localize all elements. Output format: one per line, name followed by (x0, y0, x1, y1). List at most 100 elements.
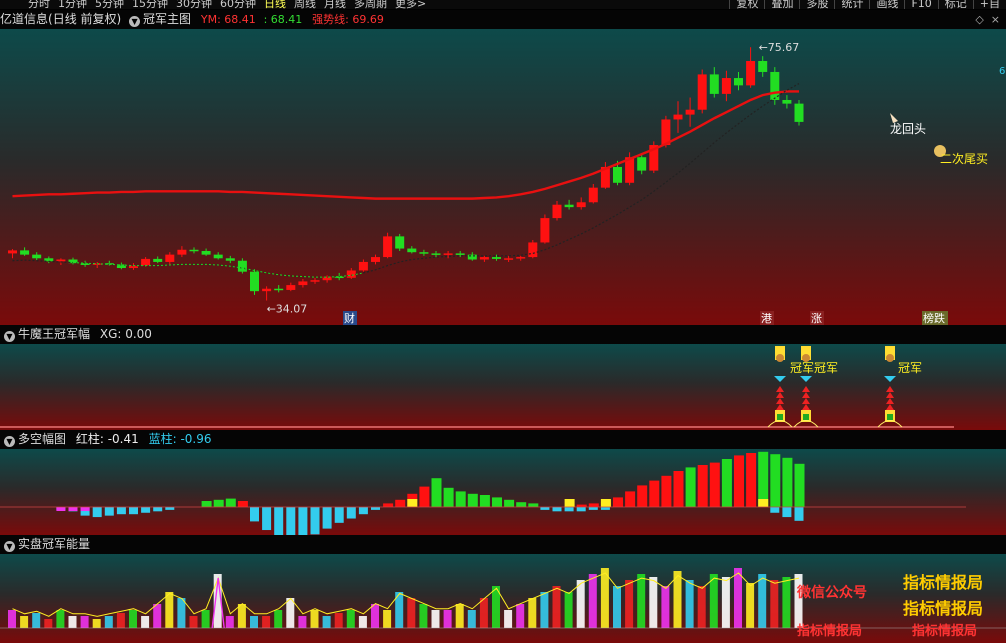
annotation-dragon: 龙回头 (890, 122, 926, 136)
close-icon[interactable]: × (991, 13, 1000, 26)
indicator-menu-icon[interactable]: ▼ (129, 16, 141, 27)
candle-body (637, 157, 647, 171)
bar-red (588, 503, 599, 507)
toolbar-button-3[interactable]: 统计 (834, 0, 869, 9)
toolbar-button-2[interactable]: 多股 (799, 0, 834, 9)
energy-bar (20, 616, 29, 628)
period-tab-2[interactable]: 5分钟 (95, 0, 124, 9)
energy-bar (588, 574, 597, 628)
arrow-up-icon (802, 404, 810, 410)
sub1-menu-icon[interactable]: ▼ (4, 331, 15, 342)
energy-bar (153, 604, 162, 628)
period-tab-1[interactable]: 1分钟 (58, 0, 87, 9)
candle-body (56, 259, 66, 262)
toolbar-button-6[interactable]: 标记 (937, 0, 973, 9)
energy-bar (56, 610, 65, 628)
arrow-up-icon (802, 392, 810, 398)
bar-red (455, 491, 466, 507)
sub2-menu-icon[interactable]: ▼ (4, 436, 15, 447)
sub3-title[interactable]: 实盘冠军能量 (18, 537, 90, 551)
candle-body (213, 254, 223, 259)
low-label: ←34.07 (267, 302, 308, 315)
bar-red (613, 497, 623, 507)
bar-red (516, 502, 527, 507)
arrow-up-icon (886, 392, 894, 398)
main-chart-area: ←75.67 ←34.07 龙回头 二次尾买财 港 涨 榜跌 6 (0, 29, 1006, 325)
toolbar-button-5[interactable]: F10 (904, 0, 937, 9)
panel-controls[interactable]: ◇ × (975, 10, 1000, 29)
period-tab-6[interactable]: 日线 (264, 0, 286, 9)
sub1-title[interactable]: 牛魔王冠军幅 (18, 327, 90, 341)
candle-body (540, 218, 550, 243)
sub2-chart-svg[interactable] (0, 449, 1006, 535)
energy-bar (770, 580, 779, 628)
sub3-header: ▼ 实盘冠军能量 (0, 535, 1006, 554)
watermark-1: 指标情报局 (903, 573, 984, 592)
energy-bar (528, 598, 537, 628)
energy-bar (237, 604, 246, 628)
ym-value: YM: 68.41 (200, 13, 256, 26)
energy-bar (685, 580, 694, 628)
candle-body (371, 257, 380, 262)
sub2-blue-value: 蓝柱: -0.96 (148, 432, 212, 446)
candle-body (492, 257, 501, 259)
toolbar-button-7[interactable]: +自 (972, 0, 1006, 9)
toolbar-button-4[interactable]: 画线 (869, 0, 904, 9)
period-tab-5[interactable]: 60分钟 (220, 0, 256, 9)
candle-body (721, 78, 731, 94)
energy-bar (80, 616, 89, 628)
bar-red (637, 485, 648, 507)
bar-red (697, 465, 708, 507)
sub2-red-value: 红柱: -0.41 (75, 432, 139, 446)
energy-bar (443, 610, 452, 628)
candle-body (165, 254, 175, 262)
toolbar-button-0[interactable]: 复权 (729, 0, 764, 9)
diamond-icon[interactable]: ◇ (975, 13, 983, 26)
bar-cyan (540, 507, 550, 510)
sub2-title[interactable]: 多空幅图 (18, 432, 66, 446)
money-bag-icon (802, 354, 810, 362)
bar-magenta (80, 507, 90, 511)
sub1-header: ▼ 牛魔王冠军幅 XG: 0.00 (0, 325, 1006, 344)
period-tab-10[interactable]: 更多> (395, 0, 426, 9)
bar-cyan (116, 507, 126, 515)
sub2-header: ▼ 多空幅图 红柱: -0.41 蓝柱: -0.96 (0, 430, 1006, 449)
candle-body (734, 78, 743, 86)
candle-body (177, 249, 187, 255)
bar-cyan (334, 507, 344, 523)
signal-label: 冠军 (814, 361, 838, 375)
bar-red (492, 497, 502, 507)
toolbar-button-1[interactable]: 叠加 (764, 0, 799, 9)
period-tab-7[interactable]: 周线 (294, 0, 316, 9)
candle-body (153, 258, 163, 262)
period-tab-9[interactable]: 多周期 (354, 0, 387, 9)
energy-bar (455, 604, 464, 628)
main-chart-svg[interactable]: ←75.67 ←34.07 龙回头二次尾买财 港 涨 榜跌 6 (0, 29, 1006, 325)
bar-red (794, 463, 805, 507)
bar-red (225, 498, 236, 507)
period-tab-4[interactable]: 30分钟 (176, 0, 212, 9)
bar-cyan (153, 507, 163, 512)
indicator-name[interactable]: 冠军主图 (143, 12, 191, 26)
signal-bottom-mark (803, 414, 809, 420)
period-tab-8[interactable]: 月线 (324, 0, 346, 9)
sub1-chart-svg[interactable]: 冠军 冠军 冠军 (0, 344, 1006, 430)
period-tab-0[interactable]: 分时 (28, 0, 50, 9)
bar-cyan (298, 507, 308, 535)
sub2-chart-area (0, 449, 1006, 535)
tag-label: 榜跌 (923, 311, 945, 325)
period-tab-3[interactable]: 15分钟 (132, 0, 168, 9)
energy-bar (371, 604, 379, 628)
energy-bar (576, 580, 585, 628)
energy-bar (407, 598, 416, 628)
arrow-up-icon (776, 398, 784, 404)
candle-body (782, 99, 792, 104)
top-toolbar: 分时 1分钟 5分钟 15分钟 30分钟 60分钟 日线 周线 月线 多周期 更多> 复权 叠加 多股统… (0, 0, 1006, 9)
candle-body (709, 74, 719, 94)
energy-bar (358, 616, 367, 628)
bar-cyan (141, 507, 151, 513)
sub1-chart-area: 冠军 冠军 冠军 (0, 344, 1006, 430)
bar-red (395, 499, 406, 507)
sub3-menu-icon[interactable]: ▼ (4, 541, 15, 552)
bar-red (770, 454, 781, 507)
